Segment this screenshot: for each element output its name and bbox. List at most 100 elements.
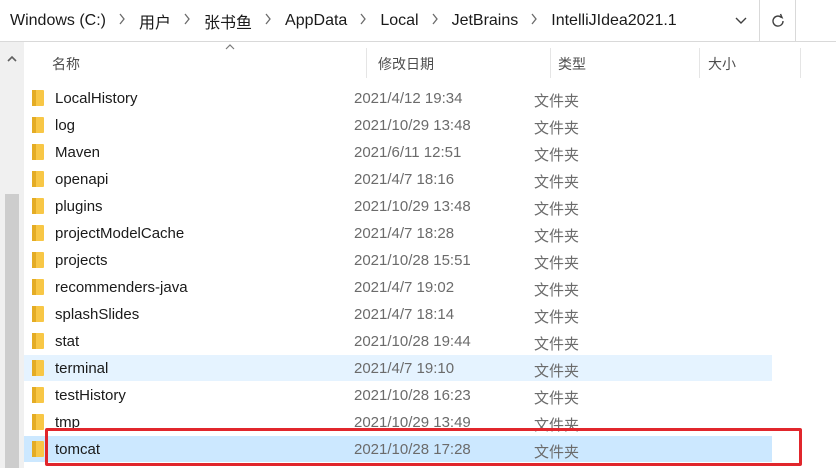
folder-icon: [32, 171, 44, 187]
file-name[interactable]: log: [55, 117, 75, 134]
column-header-type[interactable]: 类型: [558, 54, 586, 74]
file-row[interactable]: terminal 2021/4/7 19:10 文件夹: [24, 355, 772, 381]
scroll-up-icon[interactable]: [6, 54, 18, 64]
file-row[interactable]: projectModelCache 2021/4/7 18:28 文件夹: [24, 220, 772, 246]
column-header-modified[interactable]: 修改日期: [378, 54, 434, 74]
file-explorer-window: Windows (C:) 用户 张书鱼 AppData Local JetBrains In…: [0, 0, 836, 468]
file-name[interactable]: stat: [55, 333, 79, 350]
file-modified-date: 2021/10/29 13:49: [354, 414, 471, 431]
file-type: 文件夹: [534, 282, 580, 299]
chevron-right-icon[interactable]: [264, 12, 272, 30]
file-row[interactable]: tmp 2021/10/29 13:49 文件夹: [24, 409, 772, 435]
file-row[interactable]: Maven 2021/6/11 12:51 文件夹: [24, 139, 772, 165]
chevron-right-icon[interactable]: [431, 12, 439, 30]
file-row[interactable]: tomcat 2021/10/28 17:28 文件夹: [24, 436, 772, 462]
file-modified-date: 2021/10/28 19:44: [354, 333, 471, 350]
column-divider[interactable]: [550, 48, 551, 78]
file-modified-date: 2021/4/7 18:14: [354, 306, 455, 323]
refresh-button[interactable]: [760, 0, 796, 42]
file-modified-date: 2021/10/28 16:23: [354, 387, 471, 404]
file-row[interactable]: splashSlides 2021/4/7 18:14 文件夹: [24, 301, 772, 327]
chevron-right-icon[interactable]: [118, 12, 126, 30]
file-type: 文件夹: [534, 444, 580, 461]
column-header-size[interactable]: 大小: [708, 54, 736, 74]
column-divider[interactable]: [800, 48, 801, 78]
file-name[interactable]: projectModelCache: [55, 225, 184, 242]
file-name[interactable]: plugins: [55, 198, 103, 215]
folder-icon: [32, 333, 44, 349]
folder-icon: [32, 387, 44, 403]
file-type: 文件夹: [534, 336, 580, 353]
scrollbar[interactable]: [0, 42, 24, 468]
sort-ascending-icon: [225, 44, 235, 50]
file-name[interactable]: tomcat: [55, 441, 100, 458]
file-modified-date: 2021/10/28 15:51: [354, 252, 471, 269]
breadcrumb-item[interactable]: Local: [380, 12, 418, 30]
folder-icon: [32, 414, 44, 430]
file-type: 文件夹: [534, 93, 580, 110]
file-type: 文件夹: [534, 255, 580, 272]
file-name[interactable]: tmp: [55, 414, 80, 431]
file-type: 文件夹: [534, 228, 580, 245]
breadcrumb-item[interactable]: AppData: [285, 12, 347, 30]
file-name[interactable]: testHistory: [55, 387, 126, 404]
chevron-down-icon[interactable]: [731, 11, 751, 31]
file-type: 文件夹: [534, 201, 580, 218]
file-modified-date: 2021/4/12 19:34: [354, 90, 463, 107]
breadcrumb-item[interactable]: JetBrains: [452, 12, 519, 30]
file-row[interactable]: log 2021/10/29 13:48 文件夹: [24, 112, 772, 138]
folder-icon: [32, 117, 44, 133]
file-name[interactable]: recommenders-java: [55, 279, 188, 296]
file-type: 文件夹: [534, 147, 580, 164]
breadcrumb-item[interactable]: Windows (C:): [10, 12, 106, 30]
file-name[interactable]: projects: [55, 252, 108, 269]
file-type: 文件夹: [534, 390, 580, 407]
refresh-icon: [771, 13, 784, 27]
file-modified-date: 2021/4/7 19:10: [354, 360, 455, 377]
file-name[interactable]: LocalHistory: [55, 90, 138, 107]
folder-icon: [32, 441, 44, 457]
file-row[interactable]: plugins 2021/10/29 13:48 文件夹: [24, 193, 772, 219]
breadcrumb-item[interactable]: 用户: [139, 9, 171, 33]
file-modified-date: 2021/4/7 19:02: [354, 279, 455, 296]
chevron-right-icon[interactable]: [359, 12, 367, 30]
file-modified-date: 2021/10/29 13:48: [354, 198, 471, 215]
breadcrumb: Windows (C:) 用户 张书鱼 AppData Local JetBrains In…: [0, 0, 677, 41]
column-divider[interactable]: [699, 48, 700, 78]
folder-icon: [32, 306, 44, 322]
folder-icon: [32, 198, 44, 214]
file-name[interactable]: openapi: [55, 171, 108, 188]
file-type: 文件夹: [534, 363, 580, 380]
file-row[interactable]: testHistory 2021/10/28 16:23 文件夹: [24, 382, 772, 408]
folder-icon: [32, 90, 44, 106]
file-name[interactable]: terminal: [55, 360, 108, 377]
file-row[interactable]: stat 2021/10/28 19:44 文件夹: [24, 328, 772, 354]
file-row[interactable]: openapi 2021/4/7 18:16 文件夹: [24, 166, 772, 192]
breadcrumb-item[interactable]: IntelliJIdea2021.1: [551, 12, 676, 30]
file-type: 文件夹: [534, 174, 580, 191]
folder-icon: [32, 144, 44, 160]
column-header-name[interactable]: 名称: [52, 54, 80, 74]
file-modified-date: 2021/6/11 12:51: [354, 144, 462, 161]
column-header-row: 名称 修改日期 类型 大小: [24, 42, 836, 78]
breadcrumb-item[interactable]: 张书鱼: [204, 9, 252, 33]
search-box-edge: [796, 0, 836, 42]
file-row[interactable]: LocalHistory 2021/4/12 19:34 文件夹: [24, 85, 772, 111]
chevron-right-icon[interactable]: [530, 12, 538, 30]
folder-icon: [32, 225, 44, 241]
file-row[interactable]: projects 2021/10/28 15:51 文件夹: [24, 247, 772, 273]
folder-icon: [32, 252, 44, 268]
file-name[interactable]: Maven: [55, 144, 100, 161]
file-modified-date: 2021/10/28 17:28: [354, 441, 471, 458]
chevron-right-icon[interactable]: [183, 12, 191, 30]
file-row[interactable]: recommenders-java 2021/4/7 19:02 文件夹: [24, 274, 772, 300]
file-type: 文件夹: [534, 417, 580, 434]
file-modified-date: 2021/10/29 13:48: [354, 117, 471, 134]
folder-icon: [32, 360, 44, 376]
address-bar[interactable]: Windows (C:) 用户 张书鱼 AppData Local JetBrains In…: [0, 0, 760, 42]
file-name[interactable]: splashSlides: [55, 306, 139, 323]
file-type: 文件夹: [534, 120, 580, 137]
scrollbar-thumb[interactable]: [5, 194, 19, 468]
column-divider[interactable]: [366, 48, 367, 78]
file-type: 文件夹: [534, 309, 580, 326]
